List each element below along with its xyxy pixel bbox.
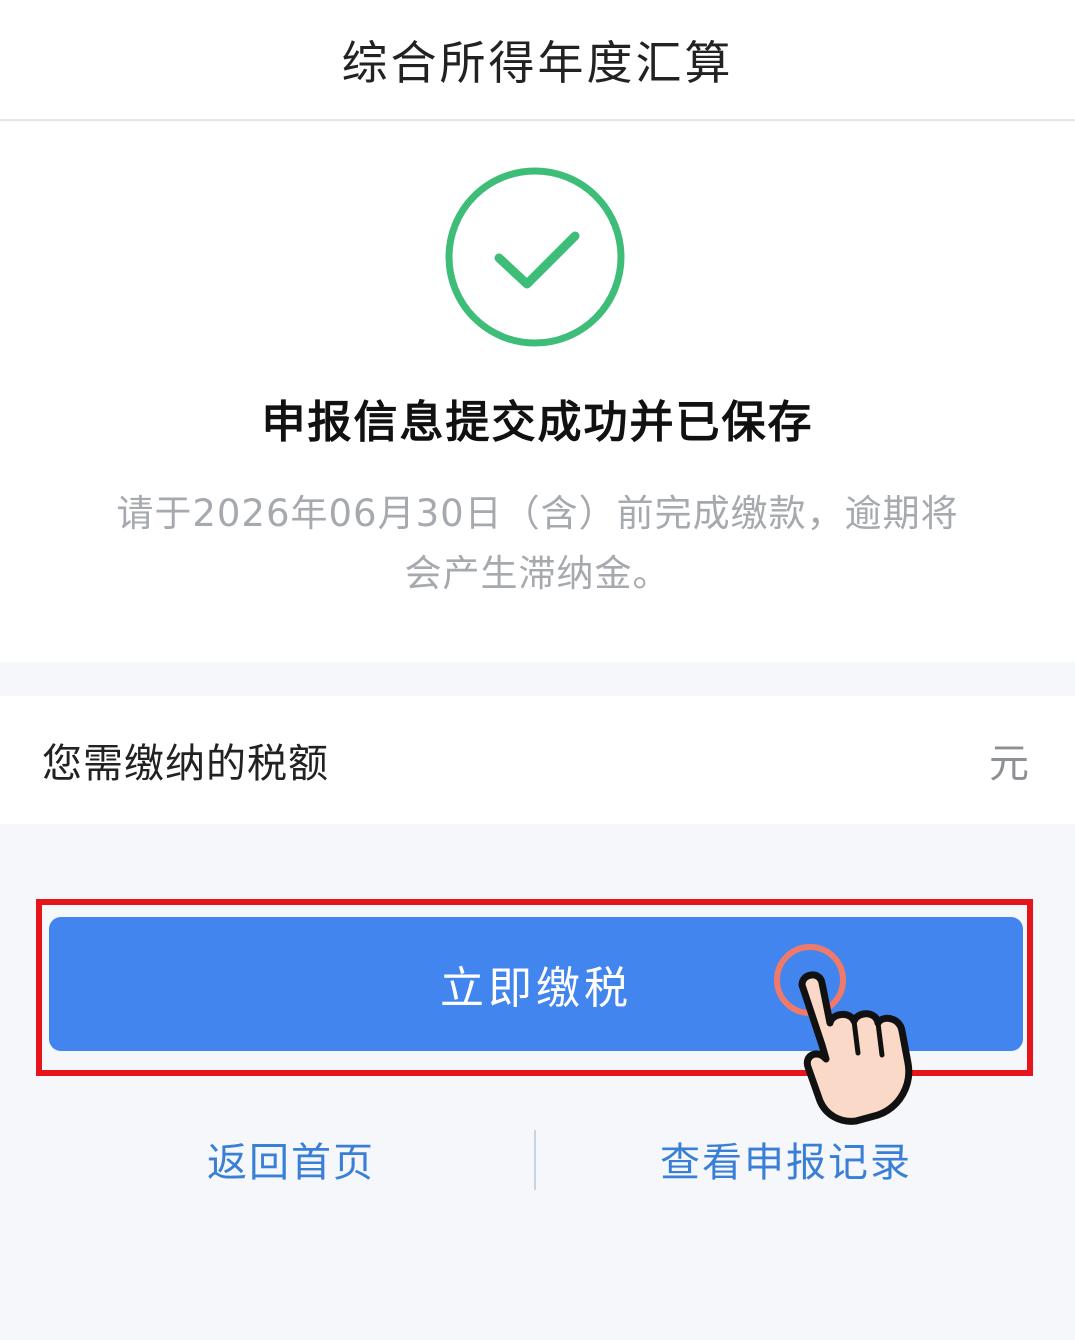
check-circle-icon bbox=[445, 167, 625, 347]
result-title: 申报信息提交成功并已保存 bbox=[261, 397, 814, 448]
tap-hand-icon bbox=[774, 944, 913, 1125]
page-title: 综合所得年度汇算 bbox=[341, 35, 734, 90]
bottom-links: 返回首页 查看申报记录 bbox=[0, 1126, 1075, 1192]
note-line-2: 会产生滞纳金。 bbox=[404, 552, 671, 595]
view-records-link[interactable]: 查看申报记录 bbox=[660, 1126, 912, 1192]
tax-amount-row: 您需缴纳的税额 元 bbox=[0, 696, 1075, 824]
page: 综合所得年度汇算 申报信息提交成功并已保存 请于2026年06月30日（含）前完… bbox=[0, 0, 1075, 1340]
tax-amount-unit: 元 bbox=[989, 741, 1029, 787]
top-bar: 综合所得年度汇算 bbox=[0, 0, 1075, 121]
links-divider bbox=[534, 1130, 536, 1190]
note-line-1: 请于2026年06月30日（含）前完成缴款，逾期将 bbox=[116, 492, 959, 535]
back-home-link[interactable]: 返回首页 bbox=[207, 1126, 375, 1192]
result-panel: 申报信息提交成功并已保存 请于2026年06月30日（含）前完成缴款，逾期将 会… bbox=[0, 122, 1075, 662]
payment-deadline-note: 请于2026年06月30日（含）前完成缴款，逾期将 会产生滞纳金。 bbox=[80, 484, 995, 604]
tax-amount-value-group: 元 bbox=[989, 731, 1029, 789]
pay-tax-button-label: 立即缴税 bbox=[440, 963, 632, 1014]
tax-amount-label: 您需缴纳的税额 bbox=[42, 741, 329, 787]
